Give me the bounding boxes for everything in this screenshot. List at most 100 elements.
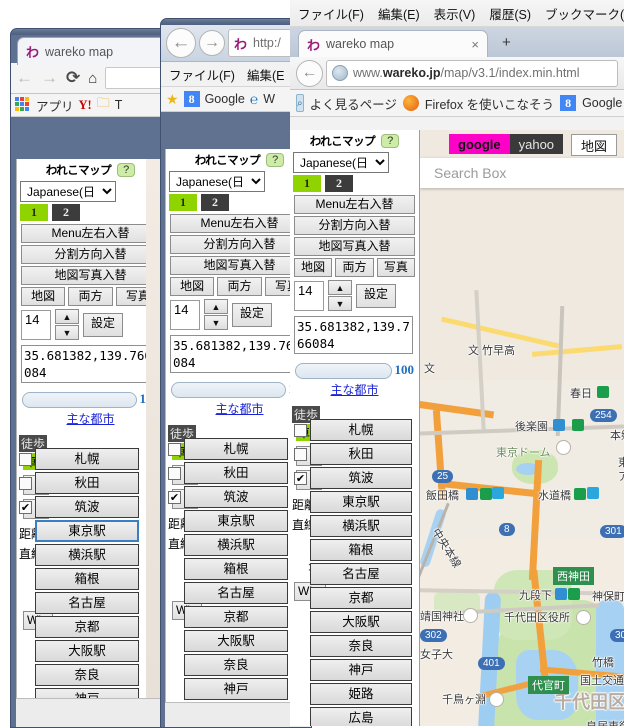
map-photo-swap-button[interactable]: 地図写真入替 xyxy=(294,237,415,256)
city-button[interactable]: 京都 xyxy=(310,587,412,609)
new-tab-button[interactable]: + xyxy=(502,34,511,51)
zoom-up-icon[interactable]: ▲ xyxy=(204,299,228,314)
coordinates-input[interactable] xyxy=(294,316,413,354)
menu-swap-button[interactable]: Menu左右入替 xyxy=(21,224,160,243)
zoom-down-icon[interactable]: ▼ xyxy=(328,296,352,311)
map-canvas[interactable]: 文 竹早高 文 春日 後楽園 本郷三丁目 東京ドーム 東京ド アトラ 飯田橋 水… xyxy=(420,130,624,726)
city-button[interactable]: 横浜駅 xyxy=(310,515,412,537)
poi-chiyoda-ward[interactable] xyxy=(576,610,591,625)
city-button[interactable]: 秋田 xyxy=(35,472,139,494)
city-checkbox[interactable] xyxy=(19,476,32,490)
google-badge-icon[interactable]: 8 xyxy=(560,95,577,111)
city-button[interactable]: 箱根 xyxy=(35,568,139,590)
help-button[interactable]: ? xyxy=(117,163,136,177)
city-checkbox[interactable] xyxy=(168,442,181,456)
city-button[interactable]: 名古屋 xyxy=(35,592,139,614)
zoom-down-icon[interactable]: ▼ xyxy=(55,325,79,340)
city-button[interactable]: 秋田 xyxy=(310,443,412,465)
city-button[interactable]: 箱根 xyxy=(184,558,288,580)
ie-icon[interactable]: ℮ xyxy=(250,91,258,107)
city-button[interactable]: 広島 xyxy=(310,707,412,726)
browser-window-front[interactable]: ファイル(F) 編集(E) 表示(V) 履歴(S) ブックマーク(B) わ wa… xyxy=(290,0,624,726)
pager-button-1[interactable]: 1 xyxy=(293,175,321,192)
major-cities-link[interactable]: 主な都市 xyxy=(290,381,419,398)
search-input-placeholder[interactable]: Search Box xyxy=(434,165,506,181)
city-button[interactable]: 姫路 xyxy=(310,683,412,705)
city-button[interactable]: 神戸 xyxy=(310,659,412,681)
opacity-slider-row[interactable]: 100 xyxy=(295,362,414,379)
map-photo-swap-button[interactable]: 地図写真入替 xyxy=(21,266,160,285)
menu-swap-button[interactable]: Menu左右入替 xyxy=(294,195,415,214)
city-button[interactable]: 箱根 xyxy=(310,539,412,561)
city-button[interactable]: 札幌 xyxy=(310,419,412,441)
firefox-icon[interactable] xyxy=(402,95,419,111)
tab-wareko-map-front[interactable]: わ wareko map × xyxy=(298,30,488,57)
apps-grid-icon[interactable] xyxy=(15,97,31,113)
city-checkbox[interactable]: ✔ xyxy=(168,490,181,504)
city-button[interactable]: 東京駅 xyxy=(310,491,412,513)
coordinates-input[interactable] xyxy=(170,335,307,373)
provider-google-button[interactable]: google xyxy=(449,134,510,154)
city-checkbox[interactable]: ✔ xyxy=(19,500,32,514)
city-button[interactable]: 横浜駅 xyxy=(35,544,139,566)
bookmark-apps-label[interactable]: アプリ xyxy=(36,96,74,115)
bookmark-frequent-label[interactable]: よく見るページ xyxy=(310,94,397,113)
city-button[interactable]: 札幌 xyxy=(35,448,139,470)
bookmark-firefox-label[interactable]: Firefox を使いこなそう xyxy=(425,94,554,113)
browser-window-back[interactable]: わ wareko map ← → ⟳ ⌂ アプリ Y! 🗀 T われこマップ ?… xyxy=(10,28,172,728)
view-mode-both[interactable]: 両方 xyxy=(68,287,113,306)
city-button[interactable]: 筑波 xyxy=(35,496,139,518)
city-button[interactable]: 秋田 xyxy=(184,462,288,484)
bookmark-search-icon[interactable]: ⌕ xyxy=(296,94,304,112)
zoom-up-icon[interactable]: ▲ xyxy=(55,309,79,324)
poi-chidorigafuchi[interactable] xyxy=(489,692,504,707)
station-marker-iidabashi2[interactable] xyxy=(480,488,492,500)
city-button[interactable]: 札幌 xyxy=(184,438,288,460)
zoom-stepper[interactable]: ▲ ▼ xyxy=(55,309,79,340)
folder-icon[interactable]: 🗀 xyxy=(97,94,110,116)
menu-bookmarks[interactable]: ブックマーク(B) xyxy=(545,4,624,23)
station-marker-kasuga[interactable] xyxy=(597,386,609,398)
city-button[interactable]: 大阪駅 xyxy=(35,640,139,662)
back-arrow-icon[interactable]: ← xyxy=(16,68,33,88)
omnibox-back[interactable] xyxy=(105,67,166,89)
city-button[interactable]: 東京駅 xyxy=(35,520,139,542)
apply-settings-button[interactable]: 設定 xyxy=(232,302,273,327)
menu-file[interactable]: ファイル(F) xyxy=(169,65,235,84)
city-button[interactable]: 大阪駅 xyxy=(310,611,412,633)
language-select[interactable]: Japanese(日 xyxy=(293,152,389,173)
menu-edit[interactable]: 編集(E) xyxy=(378,4,420,23)
close-icon[interactable]: × xyxy=(471,37,479,52)
forward-arrow-icon[interactable]: → xyxy=(41,68,58,88)
help-button[interactable]: ? xyxy=(381,134,400,148)
reload-icon[interactable]: ⟳ xyxy=(66,68,80,88)
station-marker-suidobashi[interactable] xyxy=(574,488,586,500)
map-search-box[interactable]: Search Box xyxy=(420,158,624,188)
menu-edit[interactable]: 編集(E xyxy=(247,65,285,84)
view-mode-map[interactable]: 地図 xyxy=(170,277,215,296)
zoom-level-input[interactable] xyxy=(21,309,51,340)
poi-tokyo-dome[interactable] xyxy=(556,440,571,455)
forward-arrow-icon[interactable]: → xyxy=(199,30,225,56)
station-marker-iidabashi-jr[interactable] xyxy=(492,487,504,499)
city-checkbox[interactable] xyxy=(19,452,32,466)
city-button[interactable]: 名古屋 xyxy=(184,582,288,604)
zoom-level-input[interactable] xyxy=(294,280,324,311)
city-checkbox[interactable] xyxy=(294,423,307,437)
zoom-level-input[interactable] xyxy=(170,299,200,330)
opacity-slider-row[interactable]: 100 xyxy=(22,391,159,408)
city-button[interactable]: 奈良 xyxy=(310,635,412,657)
zoom-up-icon[interactable]: ▲ xyxy=(328,280,352,295)
city-button[interactable]: 奈良 xyxy=(35,664,139,686)
station-marker-korakuen[interactable] xyxy=(553,419,565,431)
map-type-button[interactable]: 地図 xyxy=(571,134,618,156)
split-direction-button[interactable]: 分割方向入替 xyxy=(21,245,160,264)
view-mode-map[interactable]: 地図 xyxy=(21,287,66,306)
city-button[interactable]: 京都 xyxy=(35,616,139,638)
bookmark-w-label[interactable]: W xyxy=(263,92,275,106)
view-mode-photo[interactable]: 写真 xyxy=(376,258,415,277)
back-arrow-icon[interactable]: ← xyxy=(296,59,323,87)
opacity-slider-row[interactable]: 100 xyxy=(171,381,308,398)
station-marker-kudanshita[interactable] xyxy=(555,588,567,600)
city-button[interactable]: 神戸 xyxy=(184,678,288,700)
